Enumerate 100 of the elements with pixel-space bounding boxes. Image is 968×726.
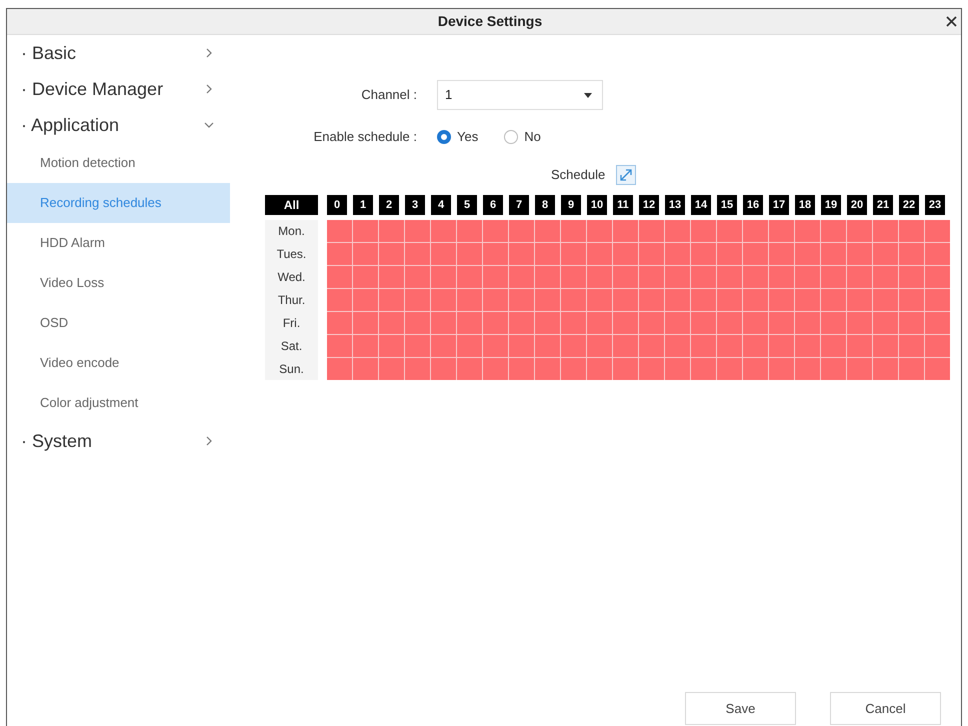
- schedule-slot[interactable]: [821, 243, 846, 265]
- hour-header[interactable]: 8: [535, 195, 555, 215]
- schedule-slot[interactable]: [587, 289, 612, 311]
- hour-header[interactable]: 4: [431, 195, 451, 215]
- schedule-slot[interactable]: [457, 266, 482, 288]
- sidebar-subitem[interactable]: OSD: [7, 303, 230, 343]
- hour-header[interactable]: 11: [613, 195, 633, 215]
- schedule-slot[interactable]: [327, 335, 352, 357]
- schedule-slot[interactable]: [769, 312, 794, 334]
- schedule-slot[interactable]: [925, 335, 950, 357]
- schedule-slot[interactable]: [847, 289, 872, 311]
- schedule-slot[interactable]: [639, 289, 664, 311]
- schedule-slot[interactable]: [405, 220, 430, 242]
- schedule-slot[interactable]: [691, 220, 716, 242]
- action-button[interactable]: Save: [685, 692, 796, 725]
- schedule-slot[interactable]: [847, 220, 872, 242]
- schedule-slot[interactable]: [743, 335, 768, 357]
- schedule-slot[interactable]: [327, 266, 352, 288]
- hour-header[interactable]: 16: [743, 195, 763, 215]
- schedule-slot[interactable]: [587, 358, 612, 380]
- schedule-slot[interactable]: [509, 243, 534, 265]
- schedule-slot[interactable]: [483, 243, 508, 265]
- hour-header[interactable]: 15: [717, 195, 737, 215]
- action-button[interactable]: Cancel: [830, 692, 941, 725]
- schedule-slot[interactable]: [795, 358, 820, 380]
- schedule-slot[interactable]: [665, 312, 690, 334]
- schedule-slot[interactable]: [691, 335, 716, 357]
- sidebar-subitem[interactable]: Color adjustment: [7, 383, 230, 423]
- schedule-slot[interactable]: [431, 335, 456, 357]
- schedule-slot[interactable]: [743, 243, 768, 265]
- schedule-slot[interactable]: [535, 335, 560, 357]
- schedule-slot[interactable]: [925, 358, 950, 380]
- schedule-slot[interactable]: [743, 266, 768, 288]
- schedule-slot[interactable]: [613, 335, 638, 357]
- schedule-slot[interactable]: [613, 243, 638, 265]
- schedule-slot[interactable]: [873, 220, 898, 242]
- schedule-slot[interactable]: [483, 289, 508, 311]
- schedule-slot[interactable]: [353, 220, 378, 242]
- schedule-slot[interactable]: [535, 266, 560, 288]
- schedule-slot[interactable]: [379, 312, 404, 334]
- schedule-slot[interactable]: [353, 335, 378, 357]
- schedule-slot[interactable]: [379, 289, 404, 311]
- schedule-slot[interactable]: [769, 220, 794, 242]
- schedule-slot[interactable]: [925, 289, 950, 311]
- sidebar-item[interactable]: · System: [7, 423, 230, 459]
- schedule-slot[interactable]: [509, 335, 534, 357]
- schedule-slot[interactable]: [535, 358, 560, 380]
- schedule-slot[interactable]: [899, 220, 924, 242]
- schedule-slot[interactable]: [379, 266, 404, 288]
- schedule-slot[interactable]: [457, 220, 482, 242]
- schedule-slot[interactable]: [821, 312, 846, 334]
- schedule-slot[interactable]: [353, 243, 378, 265]
- schedule-slot[interactable]: [847, 358, 872, 380]
- schedule-slot[interactable]: [821, 266, 846, 288]
- schedule-slot[interactable]: [717, 312, 742, 334]
- schedule-slot[interactable]: [691, 358, 716, 380]
- hour-header[interactable]: 14: [691, 195, 711, 215]
- schedule-slot[interactable]: [457, 289, 482, 311]
- schedule-slot[interactable]: [431, 289, 456, 311]
- schedule-slot[interactable]: [743, 312, 768, 334]
- schedule-slot[interactable]: [795, 220, 820, 242]
- sidebar-item[interactable]: · Basic: [7, 35, 230, 71]
- schedule-slot[interactable]: [431, 266, 456, 288]
- schedule-slot[interactable]: [379, 220, 404, 242]
- radio-label[interactable]: No: [524, 127, 541, 147]
- hour-header[interactable]: 6: [483, 195, 503, 215]
- hour-header[interactable]: 3: [405, 195, 425, 215]
- schedule-slot[interactable]: [431, 312, 456, 334]
- schedule-slot[interactable]: [717, 243, 742, 265]
- schedule-slot[interactable]: [613, 289, 638, 311]
- schedule-slot[interactable]: [509, 266, 534, 288]
- hour-header[interactable]: 13: [665, 195, 685, 215]
- schedule-slot[interactable]: [587, 312, 612, 334]
- schedule-slot[interactable]: [899, 312, 924, 334]
- schedule-slot[interactable]: [509, 312, 534, 334]
- schedule-slot[interactable]: [899, 335, 924, 357]
- hour-header[interactable]: 0: [327, 195, 347, 215]
- schedule-slot[interactable]: [717, 220, 742, 242]
- hour-header[interactable]: 22: [899, 195, 919, 215]
- hour-header[interactable]: 9: [561, 195, 581, 215]
- schedule-slot[interactable]: [457, 312, 482, 334]
- schedule-slot[interactable]: [665, 335, 690, 357]
- schedule-slot[interactable]: [847, 335, 872, 357]
- schedule-slot[interactable]: [743, 358, 768, 380]
- schedule-slot[interactable]: [717, 289, 742, 311]
- schedule-slot[interactable]: [457, 358, 482, 380]
- schedule-slot[interactable]: [327, 358, 352, 380]
- schedule-slot[interactable]: [327, 243, 352, 265]
- schedule-slot[interactable]: [873, 289, 898, 311]
- schedule-slot[interactable]: [483, 266, 508, 288]
- schedule-slot[interactable]: [535, 289, 560, 311]
- schedule-slot[interactable]: [587, 243, 612, 265]
- schedule-slot[interactable]: [561, 335, 586, 357]
- schedule-slot[interactable]: [353, 358, 378, 380]
- schedule-slot[interactable]: [925, 243, 950, 265]
- schedule-slot[interactable]: [327, 220, 352, 242]
- schedule-slot[interactable]: [483, 220, 508, 242]
- day-label[interactable]: Sat.: [265, 335, 318, 357]
- schedule-slot[interactable]: [743, 220, 768, 242]
- schedule-slot[interactable]: [561, 289, 586, 311]
